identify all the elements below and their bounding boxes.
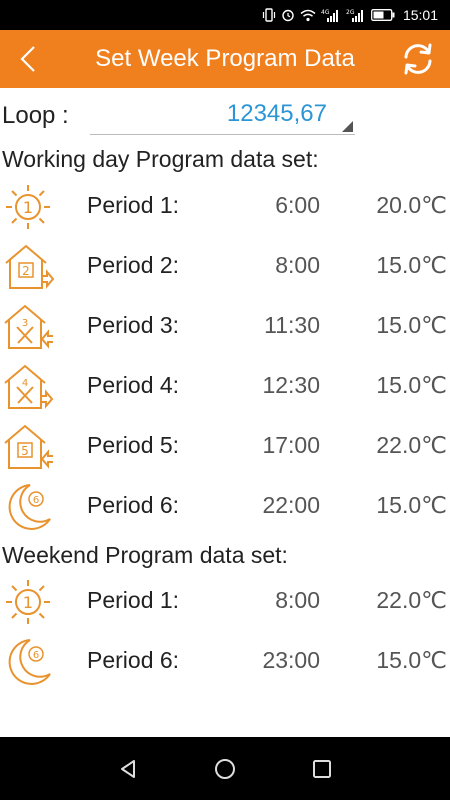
status-icons: 4G 2G bbox=[262, 8, 395, 22]
back-triangle-icon bbox=[121, 759, 136, 778]
svg-text:2: 2 bbox=[22, 264, 30, 278]
moon-6-icon: 6 bbox=[8, 484, 51, 530]
period-temperature: 15.0℃ bbox=[376, 492, 447, 518]
working-period-row-3[interactable]: 3 Period 3: 11:30 15.0℃ bbox=[0, 297, 450, 357]
period-temperature: 15.0℃ bbox=[376, 252, 447, 278]
sun-1-icon: 1 bbox=[6, 185, 50, 229]
status-time: 15:01 bbox=[402, 7, 438, 23]
wifi-icon bbox=[300, 9, 316, 21]
working-period-row-1[interactable]: 1 Period 1: 6:00 20.0℃ bbox=[0, 177, 450, 237]
working-period-row-2[interactable]: 2 Period 2: 8:00 15.0℃ bbox=[0, 237, 450, 297]
system-nav-bar bbox=[0, 737, 450, 800]
alarm-icon bbox=[282, 9, 294, 22]
period-temperature: 15.0℃ bbox=[376, 647, 447, 673]
app-bar: Set Week Program Data bbox=[0, 30, 450, 88]
working-period-row-4[interactable]: 4 Period 4: 12:30 15.0℃ bbox=[0, 357, 450, 417]
status-bar: 4G 2G 15:01 bbox=[0, 0, 450, 30]
period-time: 17:00 bbox=[262, 432, 320, 458]
period-label: Period 1: bbox=[87, 587, 180, 613]
vibrate-icon bbox=[262, 8, 276, 22]
signal-4g-icon: 4G bbox=[321, 9, 338, 22]
weekend-period-row-6[interactable]: 6 Period 6: 23:00 15.0℃ bbox=[0, 632, 450, 692]
period-temperature: 15.0℃ bbox=[376, 312, 447, 338]
loop-row: Loop : 12345,67 bbox=[0, 95, 450, 137]
svg-text:5: 5 bbox=[21, 444, 29, 458]
chevron-left-icon bbox=[20, 46, 35, 72]
period-label: Period 1: bbox=[87, 192, 180, 218]
page-title: Set Week Program Data bbox=[95, 45, 355, 72]
refresh-icon bbox=[404, 43, 432, 75]
working-period-row-6[interactable]: 6 Period 6: 22:00 15.0℃ bbox=[0, 477, 450, 537]
nav-back-button[interactable] bbox=[108, 749, 148, 789]
home-circle-icon bbox=[214, 758, 235, 779]
weekend-period-row-1[interactable]: 1 Period 1: 8:00 22.0℃ bbox=[0, 572, 450, 632]
nav-home-button[interactable] bbox=[205, 749, 245, 789]
period-temperature: 22.0℃ bbox=[376, 432, 447, 458]
period-temperature: 22.0℃ bbox=[376, 587, 447, 613]
house-meal-return-3-icon: 3 bbox=[4, 304, 53, 349]
battery-icon bbox=[371, 9, 395, 21]
loop-value: 12345,67 bbox=[226, 100, 327, 127]
period-label: Period 6: bbox=[87, 647, 180, 673]
period-time: 11:30 bbox=[264, 312, 320, 338]
house-meal-leave-4-icon: 4 bbox=[4, 364, 54, 409]
svg-text:6: 6 bbox=[33, 650, 39, 661]
sun-1-icon: 1 bbox=[6, 580, 50, 624]
house-leave-2-icon: 2 bbox=[5, 244, 54, 289]
period-label: Period 2: bbox=[87, 252, 180, 278]
period-temperature: 20.0℃ bbox=[376, 192, 447, 218]
signal-2g-icon: 2G bbox=[346, 9, 363, 22]
period-label: Period 3: bbox=[87, 312, 180, 338]
period-label: Period 4: bbox=[87, 372, 180, 398]
svg-text:1: 1 bbox=[23, 593, 33, 612]
loop-dropdown[interactable]: 12345,67 bbox=[90, 95, 355, 135]
house-return-5-icon: 5 bbox=[4, 424, 53, 469]
period-time: 22:00 bbox=[262, 492, 320, 518]
period-time: 6:00 bbox=[275, 192, 320, 218]
moon-6-icon: 6 bbox=[8, 639, 51, 685]
svg-text:4G: 4G bbox=[321, 9, 330, 16]
period-time: 23:00 bbox=[262, 647, 320, 673]
period-time: 8:00 bbox=[275, 252, 320, 278]
weekend-section-title: Weekend Program data set: bbox=[2, 542, 288, 568]
period-time: 8:00 bbox=[275, 587, 320, 613]
working-day-section-title: Working day Program data set: bbox=[2, 146, 319, 172]
period-label: Period 5: bbox=[87, 432, 180, 458]
loop-label: Loop : bbox=[2, 102, 69, 129]
svg-text:2G: 2G bbox=[346, 9, 355, 16]
svg-text:6: 6 bbox=[33, 495, 39, 506]
svg-text:3: 3 bbox=[22, 318, 28, 329]
period-time: 12:30 bbox=[262, 372, 320, 398]
period-temperature: 15.0℃ bbox=[376, 372, 447, 398]
nav-recents-button[interactable] bbox=[302, 749, 342, 789]
svg-text:1: 1 bbox=[23, 198, 33, 217]
recents-square-icon bbox=[312, 759, 331, 778]
dropdown-caret-icon bbox=[342, 121, 353, 132]
period-label: Period 6: bbox=[87, 492, 180, 518]
working-period-row-5[interactable]: 5 Period 5: 17:00 22.0℃ bbox=[0, 417, 450, 477]
back-button[interactable] bbox=[8, 39, 48, 79]
svg-text:4: 4 bbox=[22, 378, 28, 389]
refresh-button[interactable] bbox=[398, 39, 438, 79]
